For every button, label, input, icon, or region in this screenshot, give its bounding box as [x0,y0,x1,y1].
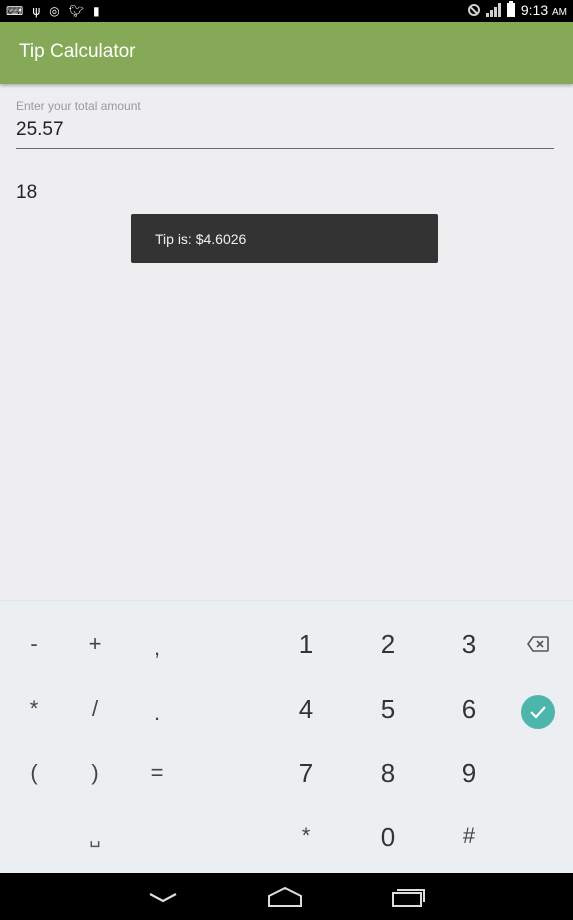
key-5[interactable]: 5 [360,682,416,736]
check-icon [530,706,546,719]
tip-toast: Tip is: $4.6026 [131,214,438,263]
key-9[interactable]: 9 [441,746,497,800]
clock: 9:13 AM [521,2,567,18]
key-8[interactable]: 8 [360,746,416,800]
app-bar: Tip Calculator [0,22,573,84]
numeric-keyboard: - + , 1 2 3 * / . 4 5 6 ( ) = 7 8 9 ␣ * … [0,600,573,873]
key-equals[interactable]: = [129,746,185,800]
system-icons: 9:13 AM [467,1,567,18]
instagram-icon: ◎ [49,4,60,18]
key-slash[interactable]: / [67,682,123,736]
key-open-paren[interactable]: ( [6,746,62,800]
recents-icon [392,889,425,907]
backspace-key[interactable] [510,617,566,671]
document-icon: ▮ [92,4,100,18]
do-not-disturb-icon [467,4,480,16]
key-1[interactable]: 1 [278,617,334,671]
clock-ampm: AM [552,7,567,18]
status-bar: ⌨ ψ ◎ 🐦︎ ▮ 9:13 AM [0,0,573,22]
key-plus[interactable]: + [67,617,123,671]
clock-time: 9:13 [520,2,549,18]
key-6[interactable]: 6 [441,682,497,736]
twitter-icon: 🐦︎ [68,4,84,18]
key-minus[interactable]: - [6,617,62,671]
amount-input[interactable] [16,118,554,149]
backspace-icon [527,636,549,652]
back-button[interactable] [133,879,193,915]
key-close-paren[interactable]: ) [67,746,123,800]
space-key[interactable]: ␣ [67,810,123,864]
recents-button[interactable] [378,879,438,915]
key-asterisk[interactable]: * [6,682,62,736]
key-hash[interactable]: # [441,809,497,863]
notification-icons: ⌨ ψ ◎ 🐦︎ ▮ [6,3,100,19]
usb-icon: ψ [32,4,41,18]
tip-percent-value[interactable]: 18 [16,182,37,204]
key-2[interactable]: 2 [360,617,416,671]
key-3[interactable]: 3 [441,617,497,671]
battery-icon [506,1,515,17]
done-key[interactable] [510,685,566,739]
key-4[interactable]: 4 [278,682,334,736]
home-icon [268,886,302,907]
keyboard-icon: ⌨ [6,4,24,18]
key-7[interactable]: 7 [278,746,334,800]
navigation-bar [0,873,573,920]
toast-message: Tip is: $4.6026 [155,231,247,247]
key-star[interactable]: * [278,809,334,863]
key-period[interactable]: . [129,686,185,740]
home-button[interactable] [255,879,315,915]
key-0[interactable]: 0 [360,810,416,864]
key-comma[interactable]: , [129,621,185,675]
back-icon [149,893,177,903]
signal-icon [485,3,501,17]
amount-label: Enter your total amount [16,99,141,113]
done-circle [521,695,555,729]
app-title: Tip Calculator [19,41,136,62]
